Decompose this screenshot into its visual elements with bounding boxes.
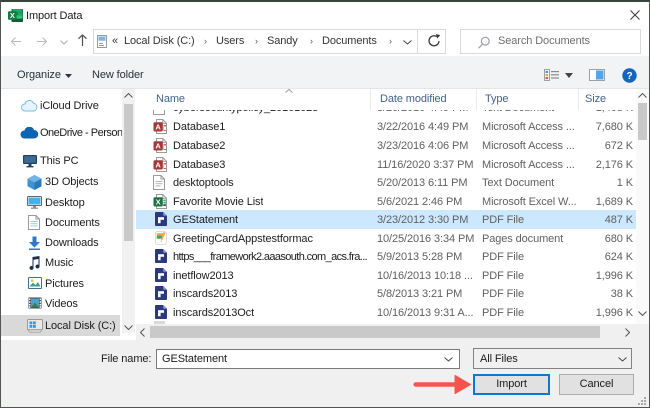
svg-text:A: A (155, 142, 161, 151)
svg-text:?: ? (626, 71, 632, 82)
svg-text:A: A (155, 123, 161, 132)
svg-text:A: A (155, 160, 161, 169)
svg-text:X: X (156, 197, 161, 206)
svg-text:X: X (10, 11, 15, 20)
